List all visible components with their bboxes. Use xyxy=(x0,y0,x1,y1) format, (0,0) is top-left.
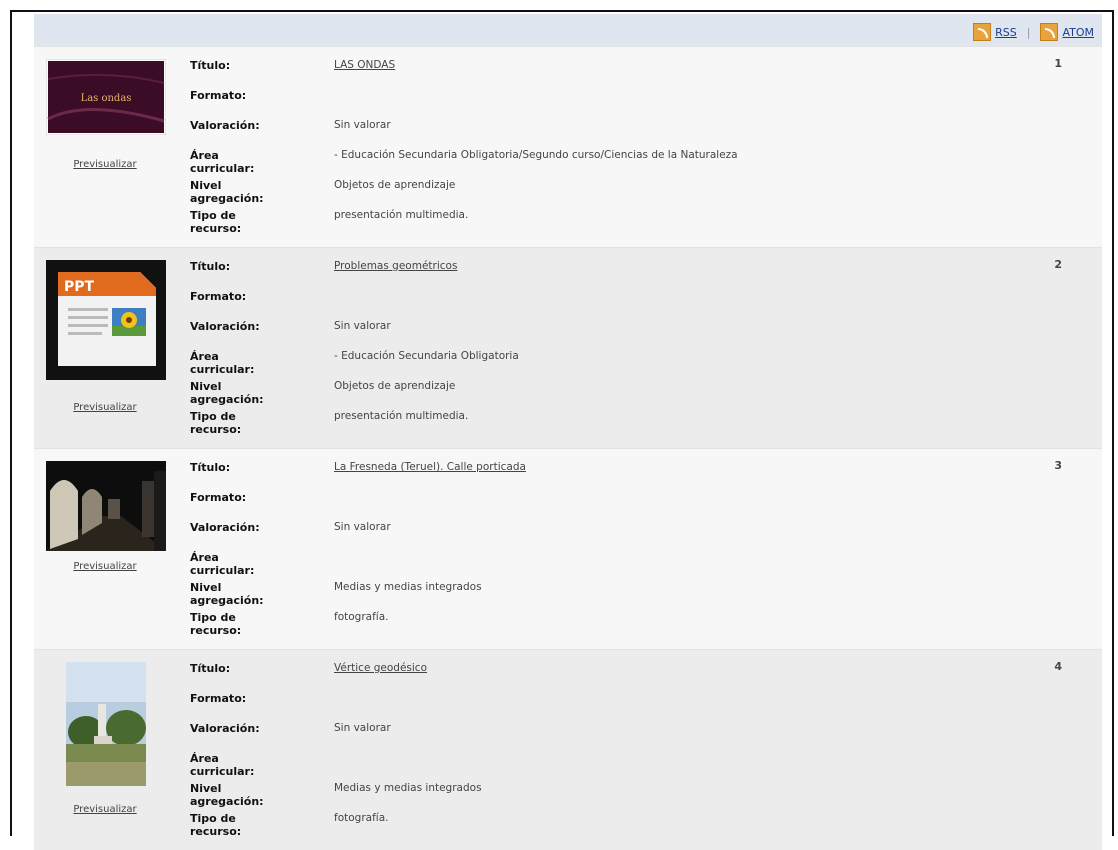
field-label: Formato: xyxy=(190,290,247,303)
field-value: Sin valorar xyxy=(334,320,391,332)
result-title-link[interactable]: La Fresneda (Teruel). Calle porticada xyxy=(334,461,526,473)
atom-label: ATOM xyxy=(1062,25,1094,39)
content-frame: RSS | ATOM Las ondas Previsualizar Títul… xyxy=(10,10,1114,850)
results-toolbar: RSS | ATOM xyxy=(34,14,1102,46)
field-value: - Educación Secundaria Obligatoria/Segun… xyxy=(334,149,738,161)
field-value: Sin valorar xyxy=(334,722,391,734)
field-label: Valoración: xyxy=(190,320,260,333)
feed-separator: | xyxy=(1026,25,1031,39)
field-label: Tipo de recurso: xyxy=(190,611,242,637)
photo-geodesic-thumbnail[interactable] xyxy=(46,662,166,786)
result-row: Las ondas Previsualizar Título: LAS ONDA… xyxy=(34,46,1102,247)
field-value: presentación multimedia. xyxy=(334,410,469,422)
left-margin xyxy=(12,12,32,836)
result-title-link[interactable]: LAS ONDAS xyxy=(334,59,395,71)
result-number: 2 xyxy=(1054,258,1062,271)
photo-arcade-thumbnail[interactable] xyxy=(46,461,166,551)
preview-link[interactable]: Previsualizar xyxy=(70,561,140,572)
field-label: Tipo de recurso: xyxy=(190,812,242,838)
field-label: Área curricular: xyxy=(190,551,255,577)
field-value: presentación multimedia. xyxy=(334,209,469,221)
field-label: Formato: xyxy=(190,692,247,705)
result-number: 1 xyxy=(1054,57,1062,70)
field-label: Nivel agregación: xyxy=(190,782,264,808)
field-value: Medias y medias integrados xyxy=(334,581,482,593)
thumbnail-caption: Las ondas xyxy=(81,93,132,104)
field-label: Título: xyxy=(190,461,231,474)
field-value: Objetos de aprendizaje xyxy=(334,179,456,191)
field-label: Valoración: xyxy=(190,521,260,534)
rss-link[interactable]: RSS xyxy=(973,23,1017,41)
field-value: fotografía. xyxy=(334,611,389,623)
field-value: Sin valorar xyxy=(334,119,391,131)
field-label: Nivel agregación: xyxy=(190,581,264,607)
preview-link[interactable]: Previsualizar xyxy=(70,159,140,170)
field-label: Tipo de recurso: xyxy=(190,209,242,235)
result-row: Previsualizar Título: La Fresneda (Terue… xyxy=(34,448,1102,649)
result-row: Previsualizar Título: Vértice geodésico … xyxy=(34,649,1102,850)
results-list: Las ondas Previsualizar Título: LAS ONDA… xyxy=(34,46,1102,850)
field-value: - Educación Secundaria Obligatoria xyxy=(334,350,519,362)
field-value: fotografía. xyxy=(334,812,389,824)
field-label: Área curricular: xyxy=(190,149,255,175)
field-label: Valoración: xyxy=(190,722,260,735)
field-value: Sin valorar xyxy=(334,521,391,533)
field-label: Área curricular: xyxy=(190,350,255,376)
atom-link[interactable]: ATOM xyxy=(1040,23,1094,41)
field-label: Nivel agregación: xyxy=(190,179,264,205)
ppt-file-icon[interactable]: PPT xyxy=(46,260,166,380)
rss-icon xyxy=(973,23,992,41)
field-label: Título: xyxy=(190,260,231,273)
feed-links: RSS | ATOM xyxy=(973,23,1094,41)
result-title-link[interactable]: Vértice geodésico xyxy=(334,662,427,674)
preview-link[interactable]: Previsualizar xyxy=(70,402,140,413)
field-label: Título: xyxy=(190,59,231,72)
field-label: Nivel agregación: xyxy=(190,380,264,406)
thumbnail-caption: PPT xyxy=(64,279,95,295)
field-label: Formato: xyxy=(190,89,247,102)
result-number: 3 xyxy=(1054,459,1062,472)
result-number: 4 xyxy=(1054,660,1062,673)
rss-label: RSS xyxy=(995,25,1017,39)
result-row: PPT Previsualizar Título: Problemas geom… xyxy=(34,247,1102,448)
atom-icon xyxy=(1040,23,1059,41)
field-label: Título: xyxy=(190,662,231,675)
field-label: Tipo de recurso: xyxy=(190,410,242,436)
field-label: Área curricular: xyxy=(190,752,255,778)
presentation-thumbnail[interactable]: Las ondas xyxy=(46,59,166,135)
field-value: Medias y medias integrados xyxy=(334,782,482,794)
result-title-link[interactable]: Problemas geométricos xyxy=(334,260,457,272)
field-value: Objetos de aprendizaje xyxy=(334,380,456,392)
field-label: Valoración: xyxy=(190,119,260,132)
field-label: Formato: xyxy=(190,491,247,504)
preview-link[interactable]: Previsualizar xyxy=(70,804,140,815)
